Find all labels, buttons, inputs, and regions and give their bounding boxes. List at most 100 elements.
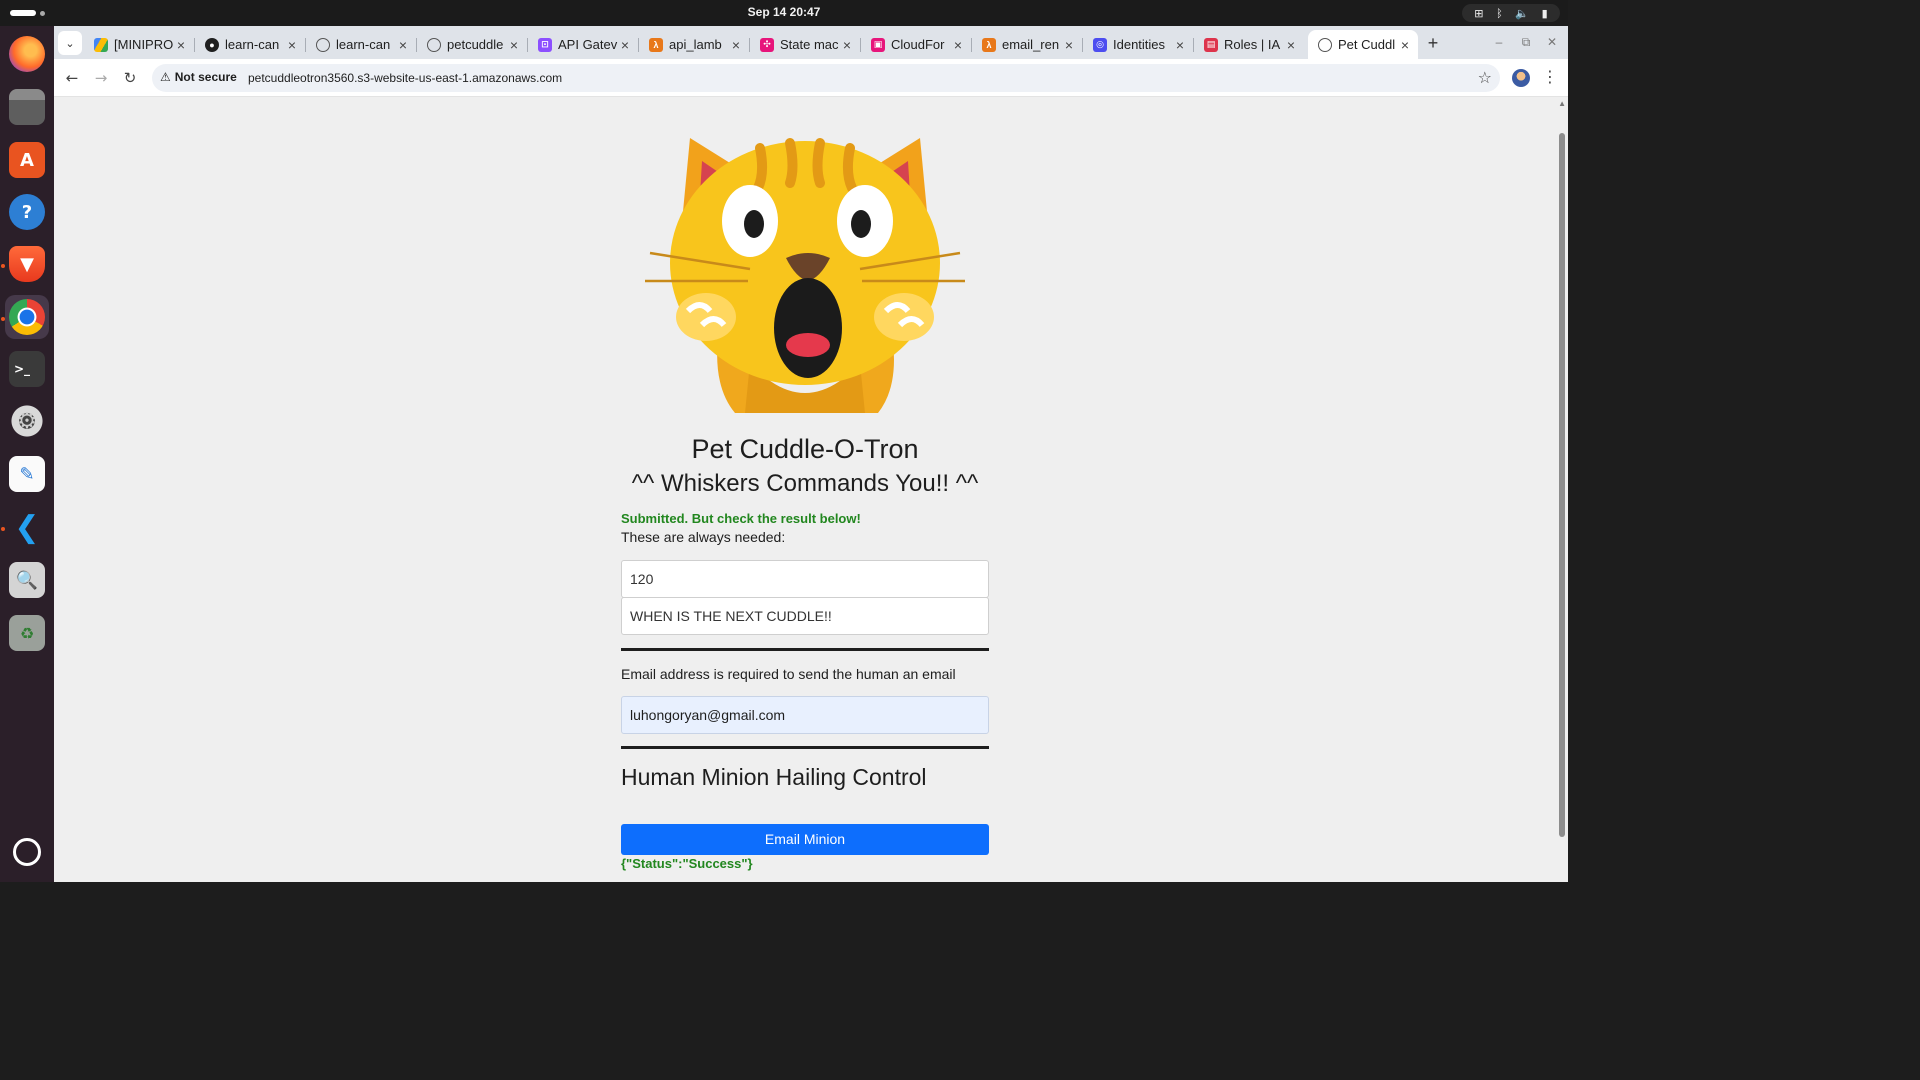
vscode-running-indicator <box>1 527 5 531</box>
drive-icon <box>94 37 108 52</box>
email-minion-button[interactable]: Email Minion <box>621 824 989 855</box>
close-icon[interactable]: × <box>396 37 410 53</box>
maximize-button[interactable]: ⧉ <box>1518 34 1534 50</box>
tab-title: CloudFor <box>891 37 945 52</box>
tab[interactable]: ▣ CloudFor × <box>861 30 971 59</box>
help-icon: ? <box>9 194 45 230</box>
scared-cat-image <box>645 138 965 413</box>
tab-strip: ⌄ [MINIPRO × ● learn-can × learn-can × p… <box>54 26 1568 59</box>
page-title: Pet Cuddle-O-Tron <box>691 434 919 464</box>
arrow-left-icon: ← <box>65 69 79 87</box>
tab[interactable]: λ api_lamb × <box>639 30 749 59</box>
tab[interactable]: ▤ Roles | IA × <box>1194 30 1304 59</box>
brave-running-indicator <box>1 264 5 268</box>
scroll-up-arrow-icon[interactable]: ▲ <box>1558 99 1566 108</box>
trash-icon: ♻ <box>9 615 45 651</box>
system-top-bar: Sep 14 20:47 ⊞ ᛒ 🔈 ▮ <box>0 0 1568 26</box>
security-indicator[interactable]: ⚠ Not secure <box>160 70 237 84</box>
minimize-button[interactable]: – <box>1491 34 1507 50</box>
dock-help[interactable]: ? <box>5 190 49 234</box>
tab-search-button[interactable]: ⌄ <box>58 31 82 55</box>
iam-icon: ▤ <box>1204 37 1218 52</box>
tab-title: State mac <box>780 37 839 52</box>
close-window-button[interactable]: ✕ <box>1544 34 1560 50</box>
scrollbar-thumb[interactable] <box>1559 133 1565 837</box>
tab-title: API Gatev <box>558 37 618 52</box>
tab-title: Pet Cuddl <box>1338 37 1396 52</box>
clock[interactable]: Sep 14 20:47 <box>0 5 1568 19</box>
submitted-message: Submitted. But check the result below! <box>621 511 861 526</box>
profile-avatar[interactable] <box>1512 69 1530 87</box>
close-icon[interactable]: × <box>1398 37 1412 53</box>
system-tray[interactable]: ⊞ ᛒ 🔈 ▮ <box>1462 4 1560 22</box>
close-icon[interactable]: × <box>1284 37 1298 53</box>
new-tab-button[interactable]: + <box>1422 32 1444 54</box>
ubuntu-logo-icon <box>13 838 41 866</box>
network-icon: ⊞ <box>1474 6 1484 20</box>
kebab-menu-icon[interactable]: ⋮ <box>1542 67 1558 86</box>
chrome-icon <box>9 299 45 335</box>
tab-title: api_lamb <box>669 37 722 52</box>
cloudformation-icon: ▣ <box>871 37 885 52</box>
url-text[interactable]: petcuddleotron3560.s3-website-us-east-1.… <box>248 71 562 85</box>
wait-minutes-input[interactable]: 120 <box>621 560 989 598</box>
dock-app-center[interactable]: A <box>5 138 49 182</box>
dock-brave[interactable]: ▼ <box>5 242 49 286</box>
tab[interactable]: ✣ State mac × <box>750 30 860 59</box>
dock-vscode[interactable]: ❮ <box>5 505 49 549</box>
close-icon[interactable]: × <box>1062 37 1076 53</box>
dock-trash[interactable]: ♻ <box>5 611 49 655</box>
email-input[interactable]: luhongoryan@gmail.com <box>621 696 989 734</box>
close-icon[interactable]: × <box>729 37 743 53</box>
close-icon[interactable]: × <box>951 37 965 53</box>
tab[interactable]: learn-can × <box>306 30 416 59</box>
bluetooth-icon: ᛒ <box>1496 6 1503 20</box>
bookmark-star-icon[interactable]: ☆ <box>1478 68 1492 87</box>
tab[interactable]: λ email_ren × <box>972 30 1082 59</box>
dock-image-viewer[interactable]: 🔍 <box>5 558 49 602</box>
lambda-icon: λ <box>649 37 663 52</box>
tab[interactable]: [MINIPRO × <box>84 30 194 59</box>
close-icon[interactable]: × <box>840 37 854 53</box>
divider <box>621 648 989 651</box>
close-icon[interactable]: × <box>1173 37 1187 53</box>
tab[interactable]: ◎ Identities × <box>1083 30 1193 59</box>
tab[interactable]: ● learn-can × <box>195 30 305 59</box>
tab[interactable]: petcuddle × <box>417 30 527 59</box>
magnifier-icon: 🔍 <box>9 562 45 598</box>
section-heading: Human Minion Hailing Control <box>621 764 927 790</box>
dock-chrome[interactable] <box>5 295 49 339</box>
files-icon <box>9 89 45 125</box>
globe-icon <box>427 37 441 52</box>
plus-icon: + <box>1427 33 1439 53</box>
chevron-down-icon: ⌄ <box>65 37 75 50</box>
message-input[interactable]: WHEN IS THE NEXT CUDDLE!! <box>621 597 989 635</box>
dock-show-apps[interactable] <box>5 830 49 874</box>
dock-text-editor[interactable]: ✎ <box>5 452 49 496</box>
vscode-icon: ❮ <box>14 509 40 545</box>
firefox-icon <box>9 36 45 72</box>
dock-settings[interactable]: ⚙ <box>5 399 49 443</box>
required-fields-label: These are always needed: <box>621 529 786 545</box>
app-center-icon: A <box>9 142 45 178</box>
dock-firefox[interactable] <box>5 32 49 76</box>
brave-icon: ▼ <box>9 246 45 282</box>
lambda-icon: λ <box>982 37 996 52</box>
address-bar[interactable]: ⚠ Not secure petcuddleotron3560.s3-websi… <box>152 64 1500 92</box>
tab-title: [MINIPRO <box>114 37 174 52</box>
tab-title: petcuddle <box>447 37 504 52</box>
close-icon[interactable]: × <box>174 37 188 53</box>
tab-active[interactable]: Pet Cuddl × <box>1308 30 1418 59</box>
close-icon[interactable]: × <box>618 37 632 53</box>
dock-files[interactable] <box>5 85 49 129</box>
dock-terminal[interactable]: >_ <box>5 347 49 391</box>
back-button[interactable]: ← <box>61 67 83 89</box>
github-icon: ● <box>205 37 219 52</box>
chrome-running-indicator <box>1 317 5 321</box>
forward-button[interactable]: → <box>90 67 112 89</box>
close-icon[interactable]: × <box>507 37 521 53</box>
tab-title: learn-can <box>336 37 391 52</box>
close-icon[interactable]: × <box>285 37 299 53</box>
reload-button[interactable]: ↻ <box>119 67 141 89</box>
tab[interactable]: ⊡ API Gatev × <box>528 30 638 59</box>
